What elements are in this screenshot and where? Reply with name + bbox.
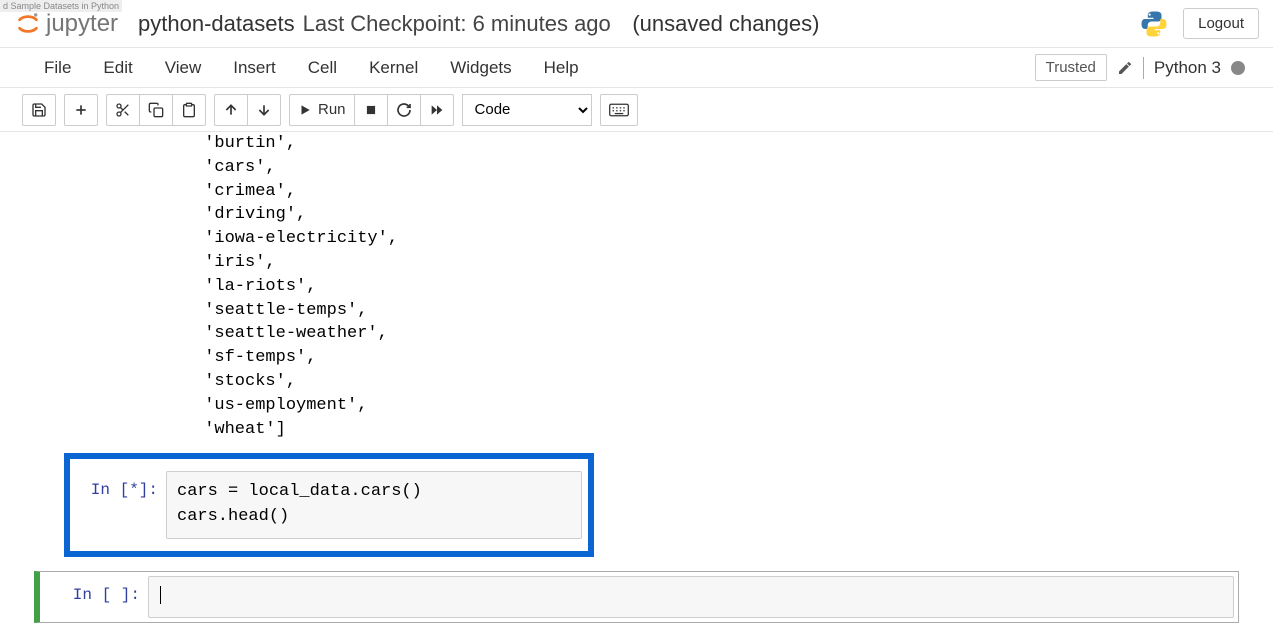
kernel-status-icon [1231, 61, 1245, 75]
unsaved-indicator: (unsaved changes) [632, 11, 819, 37]
trusted-indicator[interactable]: Trusted [1035, 54, 1107, 81]
keyboard-icon [609, 103, 629, 117]
toolbar: Run Code [0, 88, 1273, 132]
move-group [214, 94, 281, 126]
notebook-title-area: python-datasets Last Checkpoint: 6 minut… [138, 11, 819, 37]
active-code-cell[interactable]: In [ ]: [34, 571, 1239, 624]
notebook-title[interactable]: python-datasets [138, 11, 295, 37]
jupyter-logo[interactable]: jupyter [14, 10, 118, 38]
interrupt-button[interactable] [354, 94, 388, 126]
menu-cell[interactable]: Cell [292, 50, 353, 86]
command-palette-button[interactable] [600, 94, 638, 126]
code-input[interactable]: cars = local_data.cars() cars.head() [166, 471, 582, 538]
jupyter-logo-text: jupyter [46, 10, 118, 38]
copy-icon [148, 102, 164, 118]
menu-view[interactable]: View [149, 50, 218, 86]
restart-button[interactable] [387, 94, 421, 126]
restart-icon [396, 102, 412, 118]
browser-tab-label: d Sample Datasets in Python [0, 0, 122, 12]
code-cell[interactable]: In [*]: cars = local_data.cars() cars.he… [76, 471, 582, 538]
fast-forward-icon [429, 102, 445, 118]
paste-button[interactable] [172, 94, 206, 126]
cut-button[interactable] [106, 94, 140, 126]
menu-file[interactable]: File [28, 50, 87, 86]
checkpoint-text: Last Checkpoint: 6 minutes ago [303, 11, 611, 37]
run-button[interactable]: Run [289, 94, 355, 126]
plus-icon [73, 102, 89, 118]
menu-kernel[interactable]: Kernel [353, 50, 434, 86]
python-icon [1139, 9, 1169, 39]
kernel-name[interactable]: Python 3 [1154, 58, 1221, 78]
divider [1143, 57, 1144, 79]
save-icon [31, 102, 47, 118]
run-group: Run [289, 94, 454, 126]
header-bar: jupyter python-datasets Last Checkpoint:… [0, 0, 1273, 48]
logout-button[interactable]: Logout [1183, 8, 1259, 39]
notebook-area: 'burtin', 'cars', 'crimea', 'driving', '… [0, 132, 1273, 643]
save-button[interactable] [22, 94, 56, 126]
menu-edit[interactable]: Edit [87, 50, 148, 86]
move-down-button[interactable] [247, 94, 281, 126]
run-label: Run [318, 101, 346, 118]
cell-prompt: In [ ]: [40, 576, 148, 619]
highlighted-cell-box: In [*]: cars = local_data.cars() cars.he… [64, 453, 594, 556]
jupyter-icon [14, 10, 42, 38]
arrow-up-icon [223, 102, 239, 118]
restart-run-all-button[interactable] [420, 94, 454, 126]
stop-icon [364, 103, 378, 117]
cell-prompt: In [*]: [76, 471, 166, 538]
copy-button[interactable] [139, 94, 173, 126]
menu-widgets[interactable]: Widgets [434, 50, 527, 86]
add-cell-button[interactable] [64, 94, 98, 126]
move-up-button[interactable] [214, 94, 248, 126]
code-input[interactable] [148, 576, 1234, 619]
menu-bar: File Edit View Insert Cell Kernel Widget… [0, 48, 1273, 88]
arrow-down-icon [256, 102, 272, 118]
cut-icon [115, 102, 131, 118]
play-icon [298, 103, 312, 117]
menu-help[interactable]: Help [528, 50, 595, 86]
edit-icon[interactable] [1117, 60, 1133, 76]
clipboard-group [106, 94, 206, 126]
cell-output: 'burtin', 'cars', 'crimea', 'driving', '… [14, 132, 1259, 441]
text-cursor [160, 586, 161, 604]
paste-icon [181, 102, 197, 118]
celltype-select[interactable]: Code [462, 94, 592, 126]
menu-insert[interactable]: Insert [217, 50, 292, 86]
